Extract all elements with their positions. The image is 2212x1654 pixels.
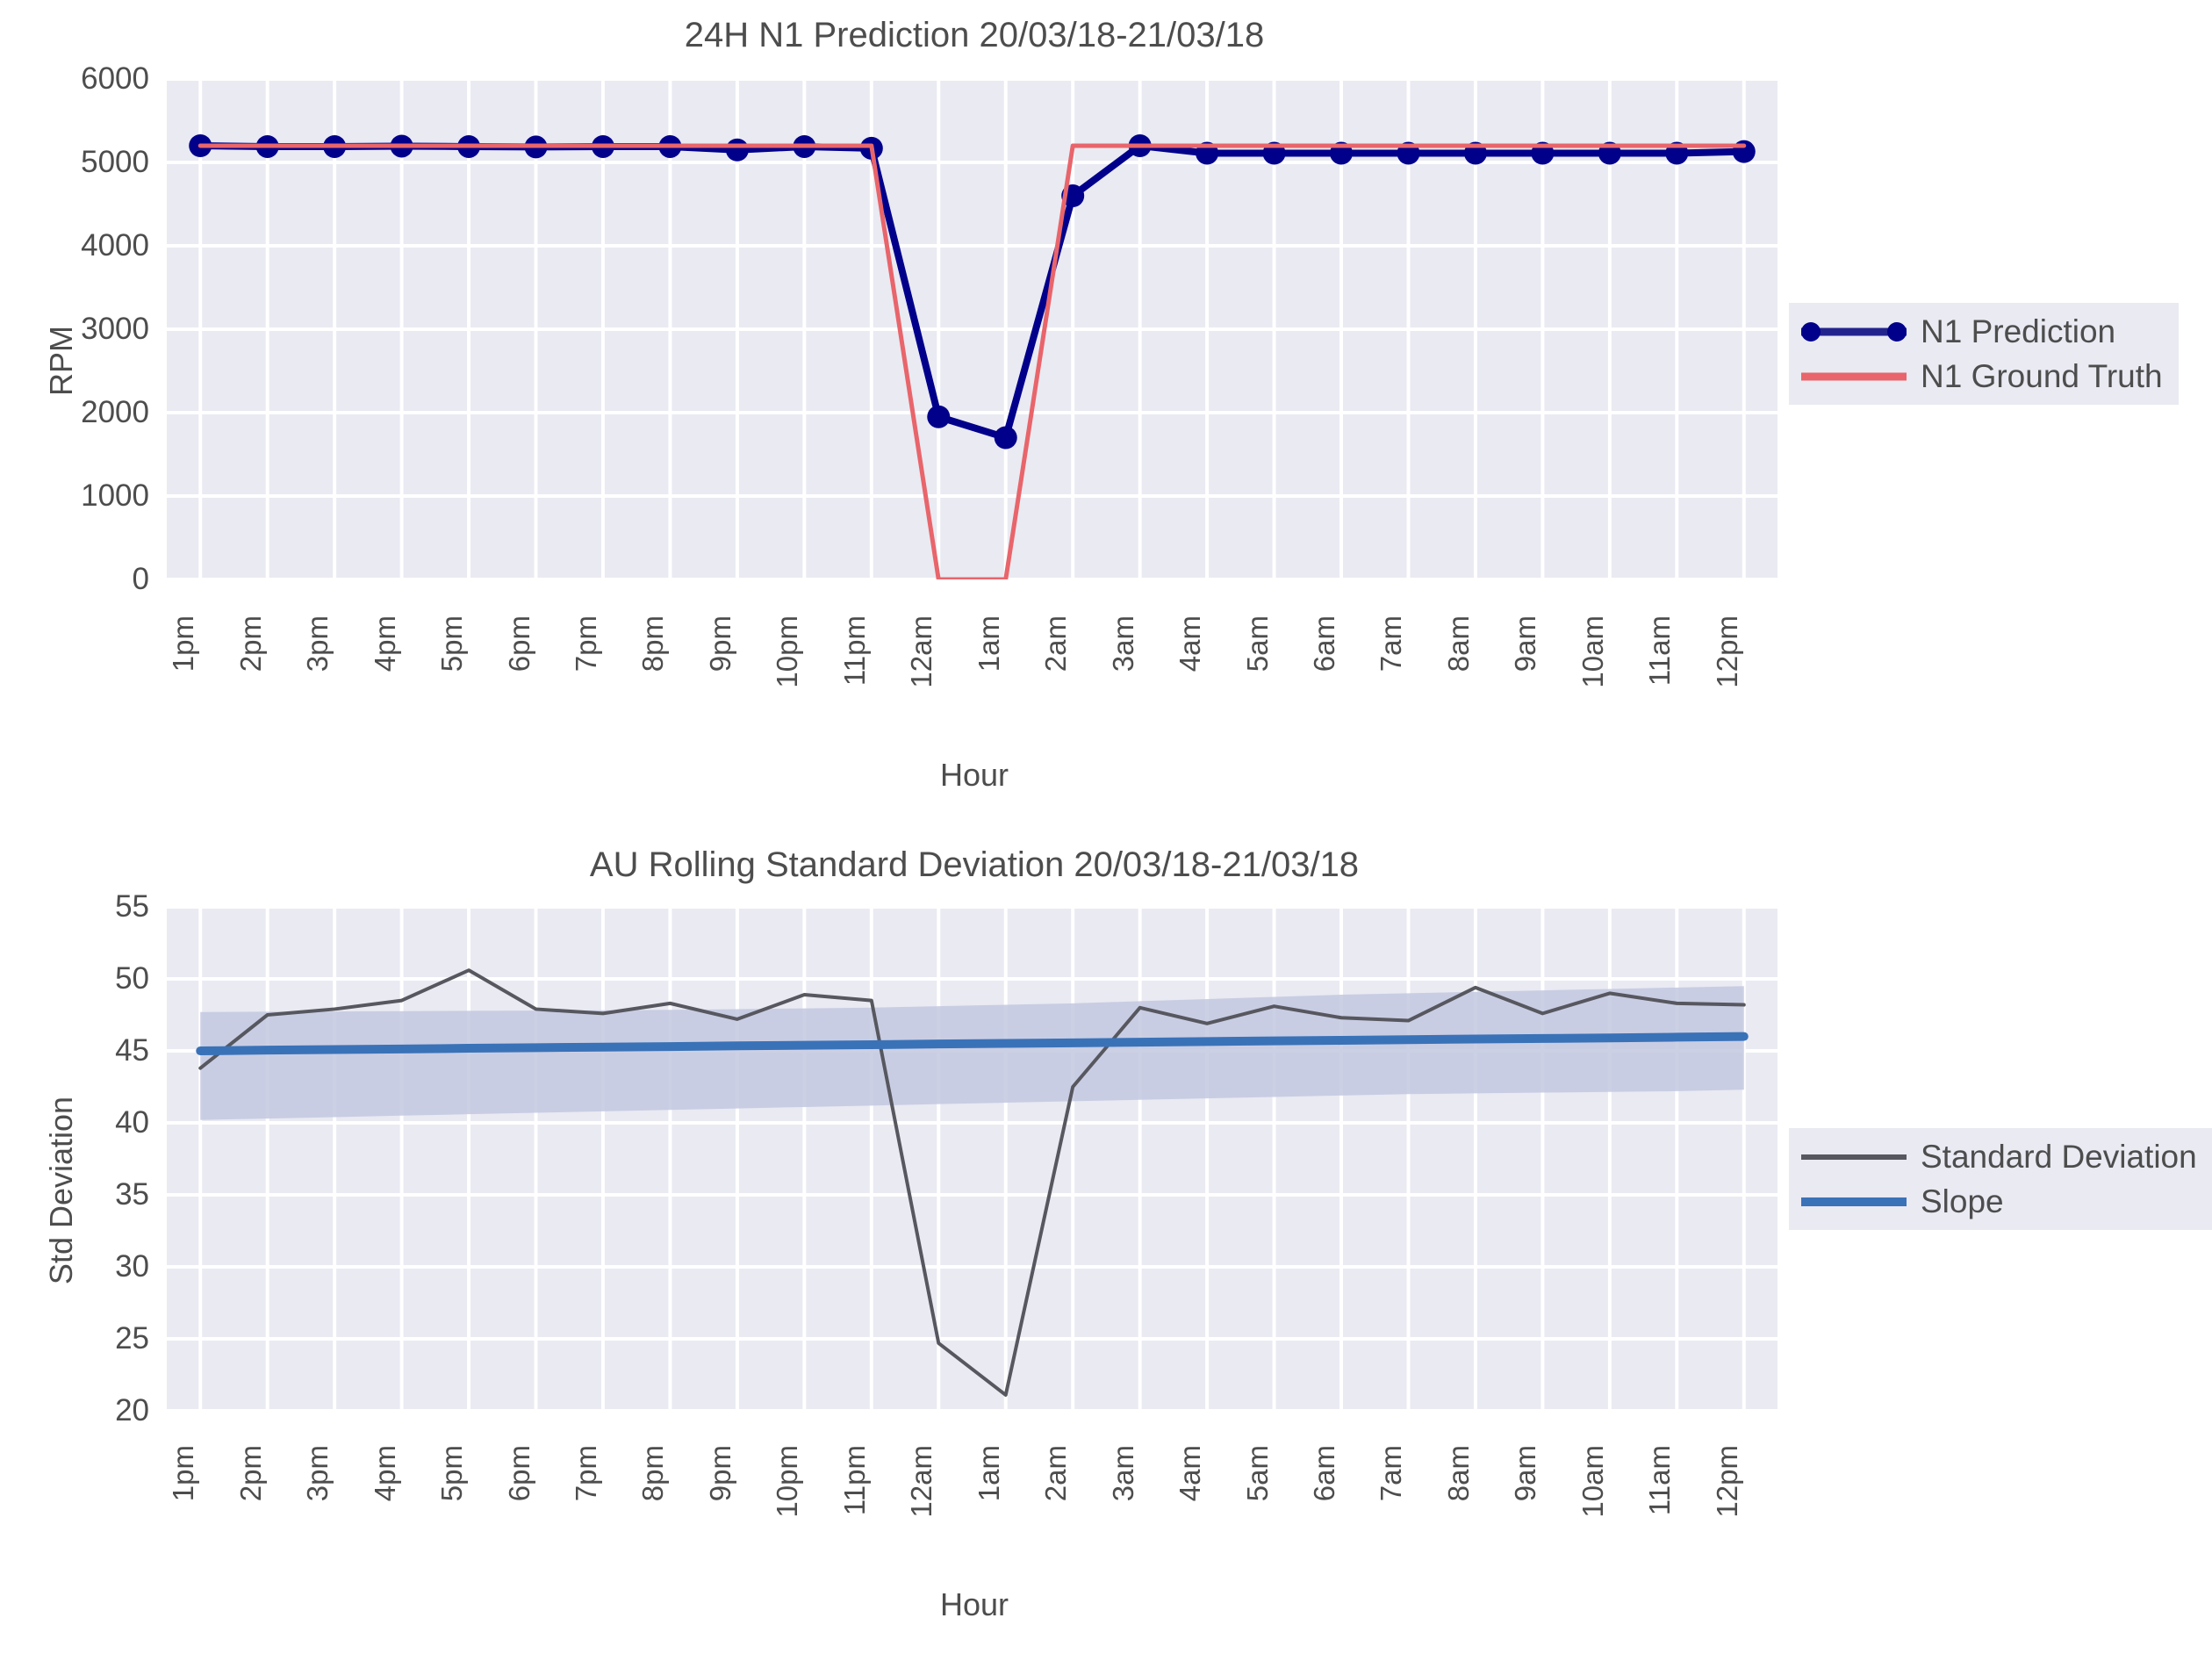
x-tick: 9am bbox=[1509, 1445, 1542, 1502]
legend-swatch-n1-prediction bbox=[1801, 320, 1907, 343]
y-tick: 6000 bbox=[81, 61, 149, 96]
plot-area-au-rolling-std bbox=[167, 907, 1778, 1411]
y-tick: 25 bbox=[115, 1321, 149, 1356]
figure-page: 24H N1 Prediction 20/03/18-21/03/18 RPM … bbox=[0, 0, 2212, 1654]
y-tick: 50 bbox=[115, 961, 149, 996]
legend-label-n1-ground-truth: N1 Ground Truth bbox=[1921, 358, 2163, 394]
legend-item-standard-deviation[interactable]: Standard Deviation bbox=[1801, 1140, 2197, 1173]
x-axis-label-hour-top: Hour bbox=[939, 757, 1009, 793]
legend-swatch-slope bbox=[1801, 1190, 1907, 1213]
y-tick: 20 bbox=[115, 1393, 149, 1427]
legend-item-slope[interactable]: Slope bbox=[1801, 1185, 2197, 1218]
au-rolling-std-plot-svg bbox=[167, 907, 1778, 1411]
x-tick: 7am bbox=[1375, 1445, 1408, 1502]
chart-au-rolling-std: AU Rolling Standard Deviation 20/03/18-2… bbox=[0, 830, 2212, 1654]
n1-prediction-plot-svg bbox=[167, 79, 1778, 579]
x-tick: 4pm bbox=[368, 1445, 401, 1502]
x-tick: 8am bbox=[1441, 1445, 1475, 1502]
x-tick: 12pm bbox=[1710, 615, 1743, 688]
y-tick: 35 bbox=[115, 1177, 149, 1212]
x-tick: 10am bbox=[1576, 1445, 1609, 1518]
y-tick: 4000 bbox=[81, 228, 149, 262]
y-tick: 2000 bbox=[81, 395, 149, 429]
x-tick: 7pm bbox=[569, 615, 602, 672]
x-tick: 4pm bbox=[368, 615, 401, 672]
x-tick: 2pm bbox=[233, 615, 267, 672]
plot-area-n1-prediction bbox=[167, 79, 1778, 579]
chart-title-au-rolling-std: AU Rolling Standard Deviation 20/03/18-2… bbox=[589, 845, 1360, 884]
x-tick: 5pm bbox=[435, 615, 469, 672]
legend-swatch-n1-ground-truth bbox=[1801, 365, 1907, 388]
x-tick: 9am bbox=[1509, 615, 1542, 672]
x-tick: 8am bbox=[1441, 615, 1475, 672]
x-tick: 6pm bbox=[502, 1445, 535, 1502]
x-axis-label-hour-bottom: Hour bbox=[939, 1586, 1009, 1622]
x-tick: 2pm bbox=[233, 1445, 267, 1502]
legend-label-n1-prediction: N1 Prediction bbox=[1921, 313, 2116, 349]
x-tick: 10am bbox=[1576, 615, 1609, 688]
x-tick: 1pm bbox=[167, 615, 200, 672]
legend-item-n1-ground-truth[interactable]: N1 Ground Truth bbox=[1801, 360, 2163, 392]
x-tick: 3pm bbox=[301, 1445, 334, 1502]
y-tick: 5000 bbox=[81, 145, 149, 179]
legend-item-n1-prediction[interactable]: N1 Prediction bbox=[1801, 315, 2163, 348]
legend-n1-prediction: N1 Prediction N1 Ground Truth bbox=[1789, 303, 2179, 405]
legend-label-standard-deviation: Standard Deviation bbox=[1921, 1139, 2197, 1175]
x-tick: 5pm bbox=[435, 1445, 469, 1502]
x-tick: 12pm bbox=[1710, 1445, 1743, 1518]
y-tick: 3000 bbox=[81, 312, 149, 346]
chart-title-n1-prediction: 24H N1 Prediction 20/03/18-21/03/18 bbox=[684, 16, 1265, 54]
x-tick: 1pm bbox=[167, 1445, 200, 1502]
y-tick: 55 bbox=[115, 889, 149, 924]
x-tick: 3pm bbox=[301, 615, 334, 672]
y-tick: 30 bbox=[115, 1249, 149, 1284]
legend-label-slope: Slope bbox=[1921, 1183, 2004, 1219]
y-tick: 0 bbox=[132, 562, 149, 596]
x-tick: 11am bbox=[1643, 615, 1677, 687]
legend-swatch-standard-deviation bbox=[1801, 1146, 1907, 1169]
x-tick: 7pm bbox=[569, 1445, 602, 1502]
y-tick: 45 bbox=[115, 1033, 149, 1068]
y-tick: 40 bbox=[115, 1105, 149, 1140]
x-tick: 6pm bbox=[502, 615, 535, 672]
chart-n1-prediction: 24H N1 Prediction 20/03/18-21/03/18 RPM … bbox=[0, 0, 2212, 816]
x-tick: 11am bbox=[1643, 1445, 1677, 1516]
x-tick: 7am bbox=[1375, 615, 1408, 672]
y-tick: 1000 bbox=[81, 478, 149, 513]
legend-au-rolling-std: Standard Deviation Slope bbox=[1789, 1128, 2212, 1230]
